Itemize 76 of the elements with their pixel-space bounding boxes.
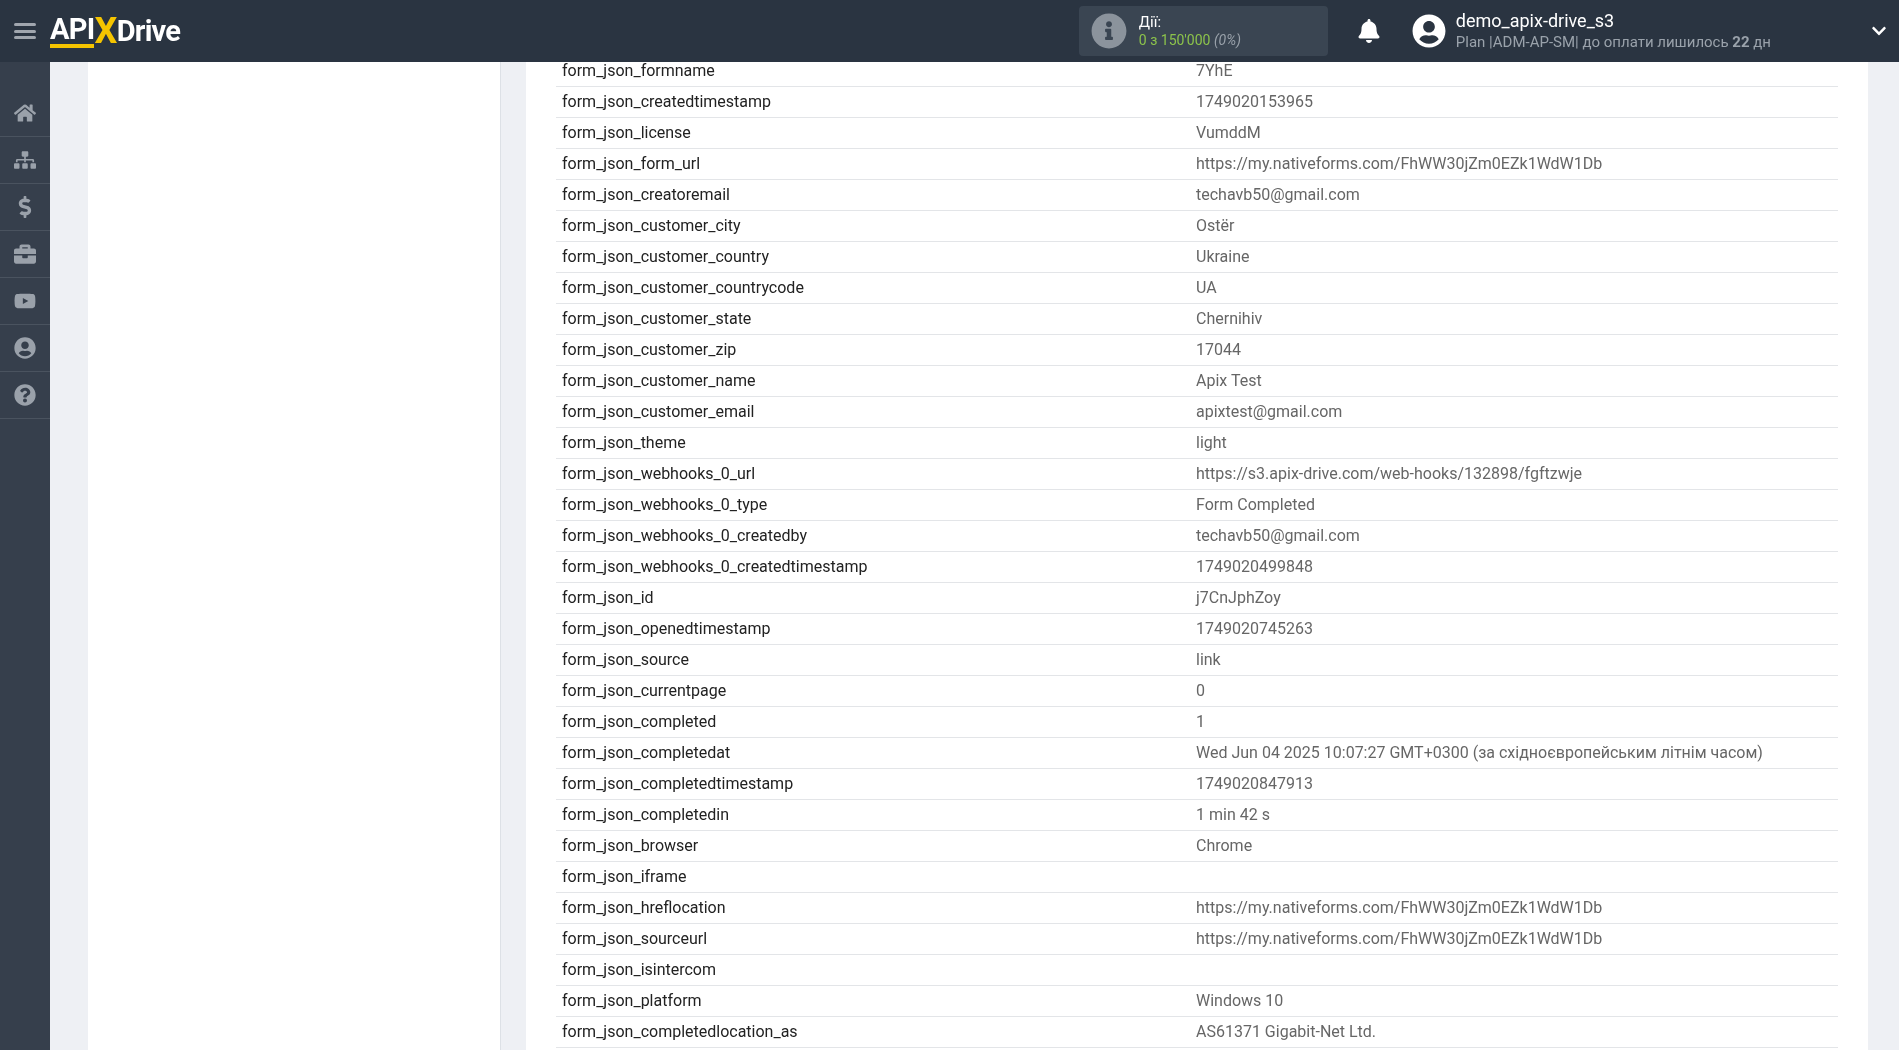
field-value: VumddM: [1196, 122, 1261, 144]
user-icon[interactable]: [14, 337, 36, 359]
field-value: Windows 10: [1196, 990, 1284, 1012]
field-value: https://my.nativeforms.com/FhWW30jZm0EZk1WdW1Db: [1196, 153, 1603, 175]
info-icon: [1090, 13, 1127, 49]
field-value: j7CnJphZoy: [1196, 587, 1281, 609]
field-name: form_json_completedat: [561, 742, 732, 764]
field-value: https://my.nativeforms.com/FhWW30jZm0EZk1WdW1Db: [1196, 928, 1603, 950]
field-name: form_json_webhooks_0_type: [561, 494, 769, 516]
field-value: AS61371 Gigabit-Net Ltd.: [1196, 1021, 1377, 1043]
field-value: 1749020745263: [1196, 618, 1313, 640]
field-name: form_json_completedin: [561, 804, 730, 826]
field-value: techavb50@gmail.com: [1196, 184, 1360, 206]
field-value: link: [1196, 649, 1221, 671]
briefcase-icon[interactable]: [14, 243, 36, 265]
field-value: light: [1196, 432, 1227, 454]
field-name: form_json_createdtimestamp: [561, 91, 773, 113]
field-name: form_json_customer_country: [561, 246, 770, 268]
field-name: form_json_id: [561, 587, 655, 609]
field-name: form_json_customer_state: [561, 308, 753, 330]
notification-bell-icon[interactable]: [1357, 19, 1380, 43]
logo[interactable]: APIXDrive: [50, 13, 181, 49]
home-icon[interactable]: [14, 102, 36, 124]
field-name: form_json_customer_city: [561, 215, 742, 237]
field-name: form_json_license: [561, 122, 692, 144]
field-value: Form Completed: [1196, 494, 1315, 516]
field-name: form_json_platform: [561, 990, 703, 1012]
field-name: form_json_currentpage: [561, 680, 728, 702]
avatar-icon[interactable]: [1411, 14, 1446, 48]
field-value: apixtest@gmail.com: [1196, 401, 1343, 423]
field-value: Ukraine: [1196, 246, 1250, 268]
field-value: 1: [1196, 711, 1205, 733]
field-name: form_json_webhooks_0_url: [561, 463, 757, 485]
field-name: form_json_customer_email: [561, 401, 756, 423]
field-name: form_json_customer_countrycode: [561, 277, 805, 299]
field-name: form_json_webhooks_0_createdtimestamp: [561, 556, 869, 578]
field-name: form_json_completed: [561, 711, 718, 733]
field-name: form_json_sourceurl: [561, 928, 709, 950]
field-value: https://s3.apix-drive.com/web-hooks/132898/fgftzwje: [1196, 463, 1582, 485]
field-value: Chernihiv: [1196, 308, 1263, 330]
field-value: Wed Jun 04 2025 10:07:27 GMT+0300 (за східноєвропейським літнім часом): [1196, 742, 1763, 764]
field-value: 1 min 42 s: [1196, 804, 1270, 826]
field-value: Ostër: [1196, 215, 1235, 237]
field-name: form_json_customer_name: [561, 370, 757, 392]
field-value: 0: [1196, 680, 1205, 702]
field-value: 1749020499848: [1196, 556, 1313, 578]
menu-icon[interactable]: [14, 21, 36, 41]
sitemap-icon[interactable]: [14, 149, 36, 171]
actions-label: Дії:: [1138, 12, 1163, 32]
field-name: form_json_customer_zip: [561, 339, 738, 361]
field-name: form_json_creatoremail: [561, 184, 731, 206]
field-name: form_json_browser: [561, 835, 700, 857]
field-value: Chrome: [1196, 835, 1253, 857]
field-name: form_json_form_url: [561, 153, 702, 175]
help-icon[interactable]: [14, 384, 36, 406]
field-name: form_json_openedtimestamp: [561, 618, 772, 640]
plan-info: Plan |ADM-AP-SM| до оплати лишилось 22 дн: [1455, 32, 1771, 52]
field-value: 7YhE: [1196, 62, 1233, 82]
username: demo_apix-drive_s3: [1455, 10, 1616, 33]
field-name: form_json_isintercom: [561, 959, 718, 981]
field-name: form_json_iframe: [561, 866, 688, 888]
field-value: 1749020847913: [1196, 773, 1313, 795]
field-value: 1749020153965: [1196, 91, 1313, 113]
field-name: form_json_completedtimestamp: [561, 773, 795, 795]
field-name: form_json_theme: [561, 432, 687, 454]
field-name: form_json_source: [561, 649, 690, 671]
field-name: form_json_completedlocation_as: [561, 1021, 799, 1043]
field-value: Apix Test: [1196, 370, 1262, 392]
field-value: UA: [1196, 277, 1217, 299]
field-value: techavb50@gmail.com: [1196, 525, 1360, 547]
field-name: form_json_webhooks_0_createdby: [561, 525, 809, 547]
field-name: form_json_hreflocation: [561, 897, 727, 919]
actions-count: 0 з 150'000 (0%): [1138, 31, 1241, 50]
field-value: https://my.nativeforms.com/FhWW30jZm0EZk1WdW1Db: [1196, 897, 1603, 919]
field-name: form_json_formname: [561, 62, 716, 82]
field-value: 17044: [1196, 339, 1241, 361]
